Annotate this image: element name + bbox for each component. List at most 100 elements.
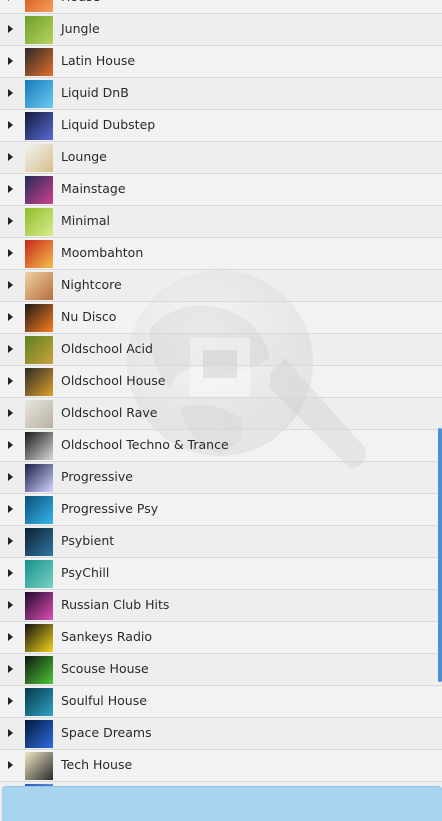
bottom-panel[interactable] <box>2 786 442 821</box>
channel-row[interactable]: Oldschool Techno & Trance <box>0 430 442 462</box>
channel-row[interactable]: Psybient <box>0 526 442 558</box>
channel-row[interactable]: Jungle <box>0 14 442 46</box>
channel-row[interactable]: Moombahton <box>0 238 442 270</box>
channel-row[interactable]: Lounge <box>0 142 442 174</box>
channel-row[interactable]: House <box>0 0 442 14</box>
channel-row[interactable]: Progressive Psy <box>0 494 442 526</box>
channel-thumbnail <box>25 656 53 684</box>
channel-label: Liquid Dubstep <box>61 117 156 132</box>
expand-arrow-icon[interactable] <box>8 665 13 673</box>
expand-arrow-icon[interactable] <box>8 313 13 321</box>
channel-thumbnail <box>25 624 53 652</box>
channel-row[interactable]: Progressive <box>0 462 442 494</box>
channel-thumbnail <box>25 144 53 172</box>
channel-label: Oldschool Rave <box>61 405 158 420</box>
expand-arrow-icon[interactable] <box>8 697 13 705</box>
channel-row[interactable]: Sankeys Radio <box>0 622 442 654</box>
channel-thumbnail <box>25 208 53 236</box>
expand-arrow-icon[interactable] <box>8 25 13 33</box>
expand-arrow-icon[interactable] <box>8 633 13 641</box>
channel-thumbnail <box>25 304 53 332</box>
channel-thumbnail <box>25 688 53 716</box>
channel-row[interactable]: Russian Club Hits <box>0 590 442 622</box>
channel-label: Psybient <box>61 533 115 548</box>
expand-arrow-icon[interactable] <box>8 377 13 385</box>
channel-label: Oldschool Acid <box>61 341 153 356</box>
expand-arrow-icon[interactable] <box>8 281 13 289</box>
channel-row[interactable]: Nu Disco <box>0 302 442 334</box>
channel-thumbnail <box>25 464 53 492</box>
channel-thumbnail <box>25 336 53 364</box>
channel-label: Liquid DnB <box>61 85 129 100</box>
channel-row[interactable]: Minimal <box>0 206 442 238</box>
expand-arrow-icon[interactable] <box>8 601 13 609</box>
expand-arrow-icon[interactable] <box>8 537 13 545</box>
channel-row[interactable]: Oldschool Acid <box>0 334 442 366</box>
channel-thumbnail <box>25 592 53 620</box>
channel-thumbnail <box>25 48 53 76</box>
channel-row[interactable]: Nightcore <box>0 270 442 302</box>
channel-thumbnail <box>25 16 53 44</box>
expand-arrow-icon[interactable] <box>8 0 13 1</box>
channel-row[interactable]: Oldschool Rave <box>0 398 442 430</box>
channel-label: Jungle <box>61 21 100 36</box>
channel-thumbnail <box>25 240 53 268</box>
channel-thumbnail <box>25 80 53 108</box>
channel-row[interactable]: Soulful House <box>0 686 442 718</box>
expand-arrow-icon[interactable] <box>8 121 13 129</box>
channel-label: Tech House <box>61 757 133 772</box>
channel-label: Lounge <box>61 149 107 164</box>
channel-thumbnail <box>25 496 53 524</box>
channel-label: Oldschool Techno & Trance <box>61 437 229 452</box>
expand-arrow-icon[interactable] <box>8 409 13 417</box>
channel-label: Soulful House <box>61 693 147 708</box>
channel-label: House <box>61 0 100 4</box>
expand-arrow-icon[interactable] <box>8 89 13 97</box>
channel-thumbnail <box>25 432 53 460</box>
expand-arrow-icon[interactable] <box>8 153 13 161</box>
expand-arrow-icon[interactable] <box>8 761 13 769</box>
channel-label: Minimal <box>61 213 110 228</box>
channel-label: Progressive <box>61 469 133 484</box>
expand-arrow-icon[interactable] <box>8 473 13 481</box>
channel-label: Latin House <box>61 53 136 68</box>
expand-arrow-icon[interactable] <box>8 57 13 65</box>
channel-label: Nu Disco <box>61 309 117 324</box>
expand-arrow-icon[interactable] <box>8 185 13 193</box>
channel-list-viewport[interactable]: House Jungle Latin House Liquid DnB Liquid D… <box>0 0 442 786</box>
vertical-scrollbar[interactable] <box>438 428 442 682</box>
channel-label: Progressive Psy <box>61 501 159 516</box>
channel-row[interactable]: Space Dreams <box>0 718 442 750</box>
channel-label: Nightcore <box>61 277 122 292</box>
channel-label: PsyChill <box>61 565 110 580</box>
expand-arrow-icon[interactable] <box>8 441 13 449</box>
channel-row[interactable]: Liquid Dubstep <box>0 110 442 142</box>
channel-row[interactable]: Scouse House <box>0 654 442 686</box>
expand-arrow-icon[interactable] <box>8 217 13 225</box>
channel-row[interactable]: Liquid DnB <box>0 78 442 110</box>
channel-row[interactable]: Tech House <box>0 750 442 782</box>
expand-arrow-icon[interactable] <box>8 345 13 353</box>
channel-label: Scouse House <box>61 661 149 676</box>
channel-label: Oldschool House <box>61 373 166 388</box>
channel-label: Sankeys Radio <box>61 629 153 644</box>
expand-arrow-icon[interactable] <box>8 569 13 577</box>
expand-arrow-icon[interactable] <box>8 249 13 257</box>
channel-thumbnail <box>25 0 53 12</box>
channel-row[interactable]: Mainstage <box>0 174 442 206</box>
channel-label: Moombahton <box>61 245 144 260</box>
channel-thumbnail <box>25 368 53 396</box>
channel-thumbnail <box>25 752 53 780</box>
channel-row[interactable]: Latin House <box>0 46 442 78</box>
channel-thumbnail <box>25 528 53 556</box>
expand-arrow-icon[interactable] <box>8 729 13 737</box>
channel-thumbnail <box>25 272 53 300</box>
channel-thumbnail <box>25 560 53 588</box>
channel-label: Russian Club Hits <box>61 597 170 612</box>
channel-thumbnail <box>25 720 53 748</box>
channel-row[interactable]: Oldschool House <box>0 366 442 398</box>
channel-label: Mainstage <box>61 181 126 196</box>
channel-row[interactable]: PsyChill <box>0 558 442 590</box>
channel-thumbnail <box>25 176 53 204</box>
expand-arrow-icon[interactable] <box>8 505 13 513</box>
